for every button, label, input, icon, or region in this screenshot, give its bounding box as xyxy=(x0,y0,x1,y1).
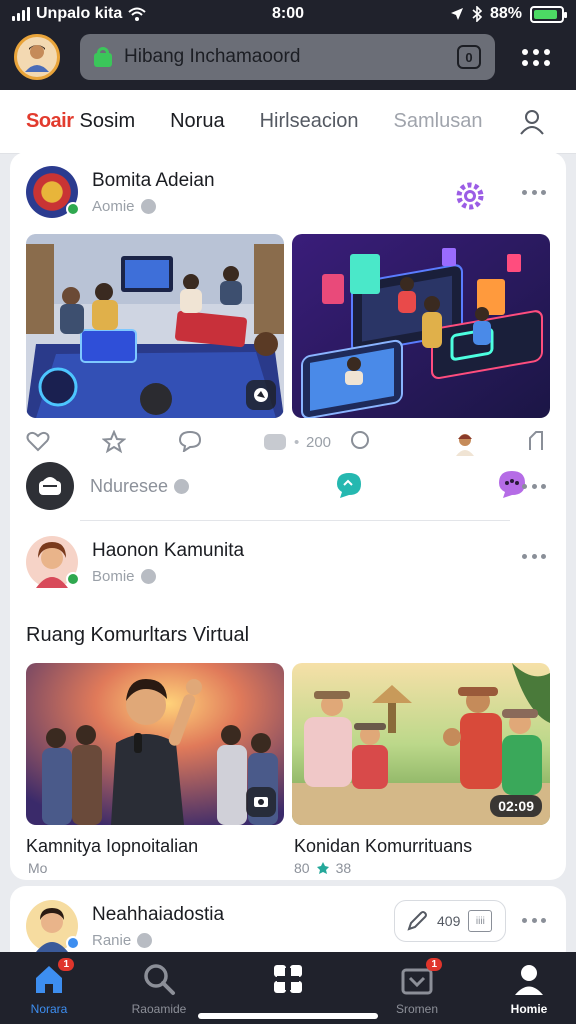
post-image-singer[interactable] xyxy=(26,663,284,825)
author-avatar[interactable] xyxy=(26,536,80,588)
stat-count: 409 xyxy=(437,913,461,929)
comment-icon[interactable] xyxy=(178,430,202,452)
tab-count-button[interactable]: 0 xyxy=(457,45,481,69)
globe-icon xyxy=(174,479,190,494)
lock-icon xyxy=(94,47,112,67)
battery-icon xyxy=(530,5,567,23)
post-image-meeting[interactable] xyxy=(26,234,284,418)
post-stat-pill[interactable]: 409 iiii xyxy=(394,900,506,942)
reply-author[interactable]: Nduresee xyxy=(90,476,190,497)
search-icon xyxy=(144,964,175,995)
settings-gear-icon[interactable] xyxy=(454,180,486,212)
author-name[interactable]: Neahhaiadostia xyxy=(92,904,224,926)
verified-icon xyxy=(66,572,80,586)
person-mini-avatar-icon[interactable] xyxy=(452,430,478,456)
bookmark-icon[interactable] xyxy=(526,430,546,452)
nav-label: Norara xyxy=(30,1002,68,1016)
post-audience: Aomie xyxy=(92,197,135,215)
notification-badge: 1 xyxy=(426,958,442,971)
nav-inbox[interactable]: 1 Sromen xyxy=(362,958,472,1016)
post-meta: Ranie xyxy=(92,932,224,949)
post-header: Bomita Adeian Aomie xyxy=(26,166,215,218)
teal-star-icon xyxy=(316,862,329,874)
nav-search[interactable]: Raoamide xyxy=(104,962,214,1016)
top-header: Unpalo kita 8:00 88% Hibang Inchamaoord … xyxy=(0,0,576,90)
author-avatar[interactable] xyxy=(26,166,80,218)
tab-hirlseacion[interactable]: Hirlseacion xyxy=(260,110,359,133)
verified-icon xyxy=(66,202,80,216)
media-caption[interactable]: Kamnitya Iopnoitalian xyxy=(26,836,198,857)
address-bar[interactable]: Hibang Inchamaoord 0 xyxy=(80,34,495,80)
media-overlay-icon xyxy=(246,380,276,410)
more-options-button[interactable] xyxy=(522,916,546,924)
profile-icon xyxy=(515,965,543,995)
author-name[interactable]: Haonon Kamunita xyxy=(92,540,244,562)
nav-home[interactable]: 1 Norara xyxy=(0,958,104,1016)
bluetooth-icon xyxy=(472,6,482,22)
feed-card: Bomita Adeian Aomie • 200 Nduresee Haono… xyxy=(10,152,566,880)
post-audience: Bomie xyxy=(92,567,135,585)
post-title: Ruang Komurltars Virtual xyxy=(26,624,250,646)
nav-label: Raoamide xyxy=(131,1002,187,1016)
teal-message-icon[interactable] xyxy=(334,470,364,500)
chat-bubble-icon xyxy=(39,477,61,495)
plus-grid-icon xyxy=(274,965,302,993)
more-options-button[interactable] xyxy=(522,188,546,196)
post-image-outdoor[interactable]: 02:09 xyxy=(292,663,550,825)
star-icon[interactable] xyxy=(102,430,126,454)
battery-percent: 88% xyxy=(489,5,522,22)
home-indicator xyxy=(198,1013,378,1019)
url-text: Hibang Inchamaoord xyxy=(124,46,301,67)
post-meta: Bomie xyxy=(92,568,244,585)
nav-create[interactable] xyxy=(233,962,343,1002)
reaction-count-icon xyxy=(264,434,286,450)
tab-norua[interactable]: Norua xyxy=(170,110,224,133)
stat-box-icon: iiii xyxy=(468,910,493,932)
category-tabs: Soair Sosim Norua Hirlseacion Samlusan xyxy=(0,90,576,154)
tab-samlusan[interactable]: Samlusan xyxy=(394,110,483,133)
tab-sosim[interactable]: Sosim xyxy=(80,110,136,133)
media-caption[interactable]: Konidan Komurrituans xyxy=(294,836,472,857)
media-subcaption: 80 38 xyxy=(294,860,352,876)
heart-icon[interactable] xyxy=(26,430,50,452)
globe-icon xyxy=(137,932,153,948)
reply-row: Nduresee xyxy=(26,462,546,510)
menu-grid-button[interactable] xyxy=(512,40,560,74)
nav-label: Homie xyxy=(510,1002,548,1016)
nav-profile[interactable]: Homie xyxy=(474,962,576,1016)
nav-label: Sromen xyxy=(395,1002,439,1016)
author-avatar[interactable] xyxy=(26,900,80,952)
post-audience: Ranie xyxy=(92,931,132,949)
profile-avatar[interactable] xyxy=(14,34,60,80)
notification-badge: 1 xyxy=(58,958,74,971)
media-subcaption: Mo xyxy=(28,860,48,876)
location-icon xyxy=(450,8,463,20)
share-circle-icon[interactable] xyxy=(350,430,370,450)
person-avatar-icon xyxy=(25,45,49,72)
engagement-count: 200 xyxy=(294,434,331,451)
post-image-virtual[interactable] xyxy=(292,234,550,418)
divider xyxy=(80,520,510,521)
status-bar: Unpalo kita 8:00 88% xyxy=(0,0,576,30)
post-meta: Aomie xyxy=(92,198,215,215)
verified-icon xyxy=(66,936,80,950)
globe-icon xyxy=(140,568,156,584)
post-header: Haonon Kamunita Bomie xyxy=(26,536,244,588)
user-icon[interactable] xyxy=(518,108,546,136)
video-duration: 02:09 xyxy=(490,795,542,817)
media-overlay-icon xyxy=(246,787,276,817)
reply-more-button[interactable] xyxy=(522,482,546,490)
tab-logo[interactable]: Soair xyxy=(26,110,74,133)
globe-icon xyxy=(140,198,156,214)
more-options-button[interactable] xyxy=(522,552,546,560)
author-name[interactable]: Bomita Adeian xyxy=(92,170,215,192)
post-actions: 200 xyxy=(26,430,546,458)
reply-avatar[interactable] xyxy=(26,462,74,510)
pencil-comment-icon xyxy=(407,911,427,931)
post-header: Neahhaiadostia Ranie xyxy=(26,900,224,952)
